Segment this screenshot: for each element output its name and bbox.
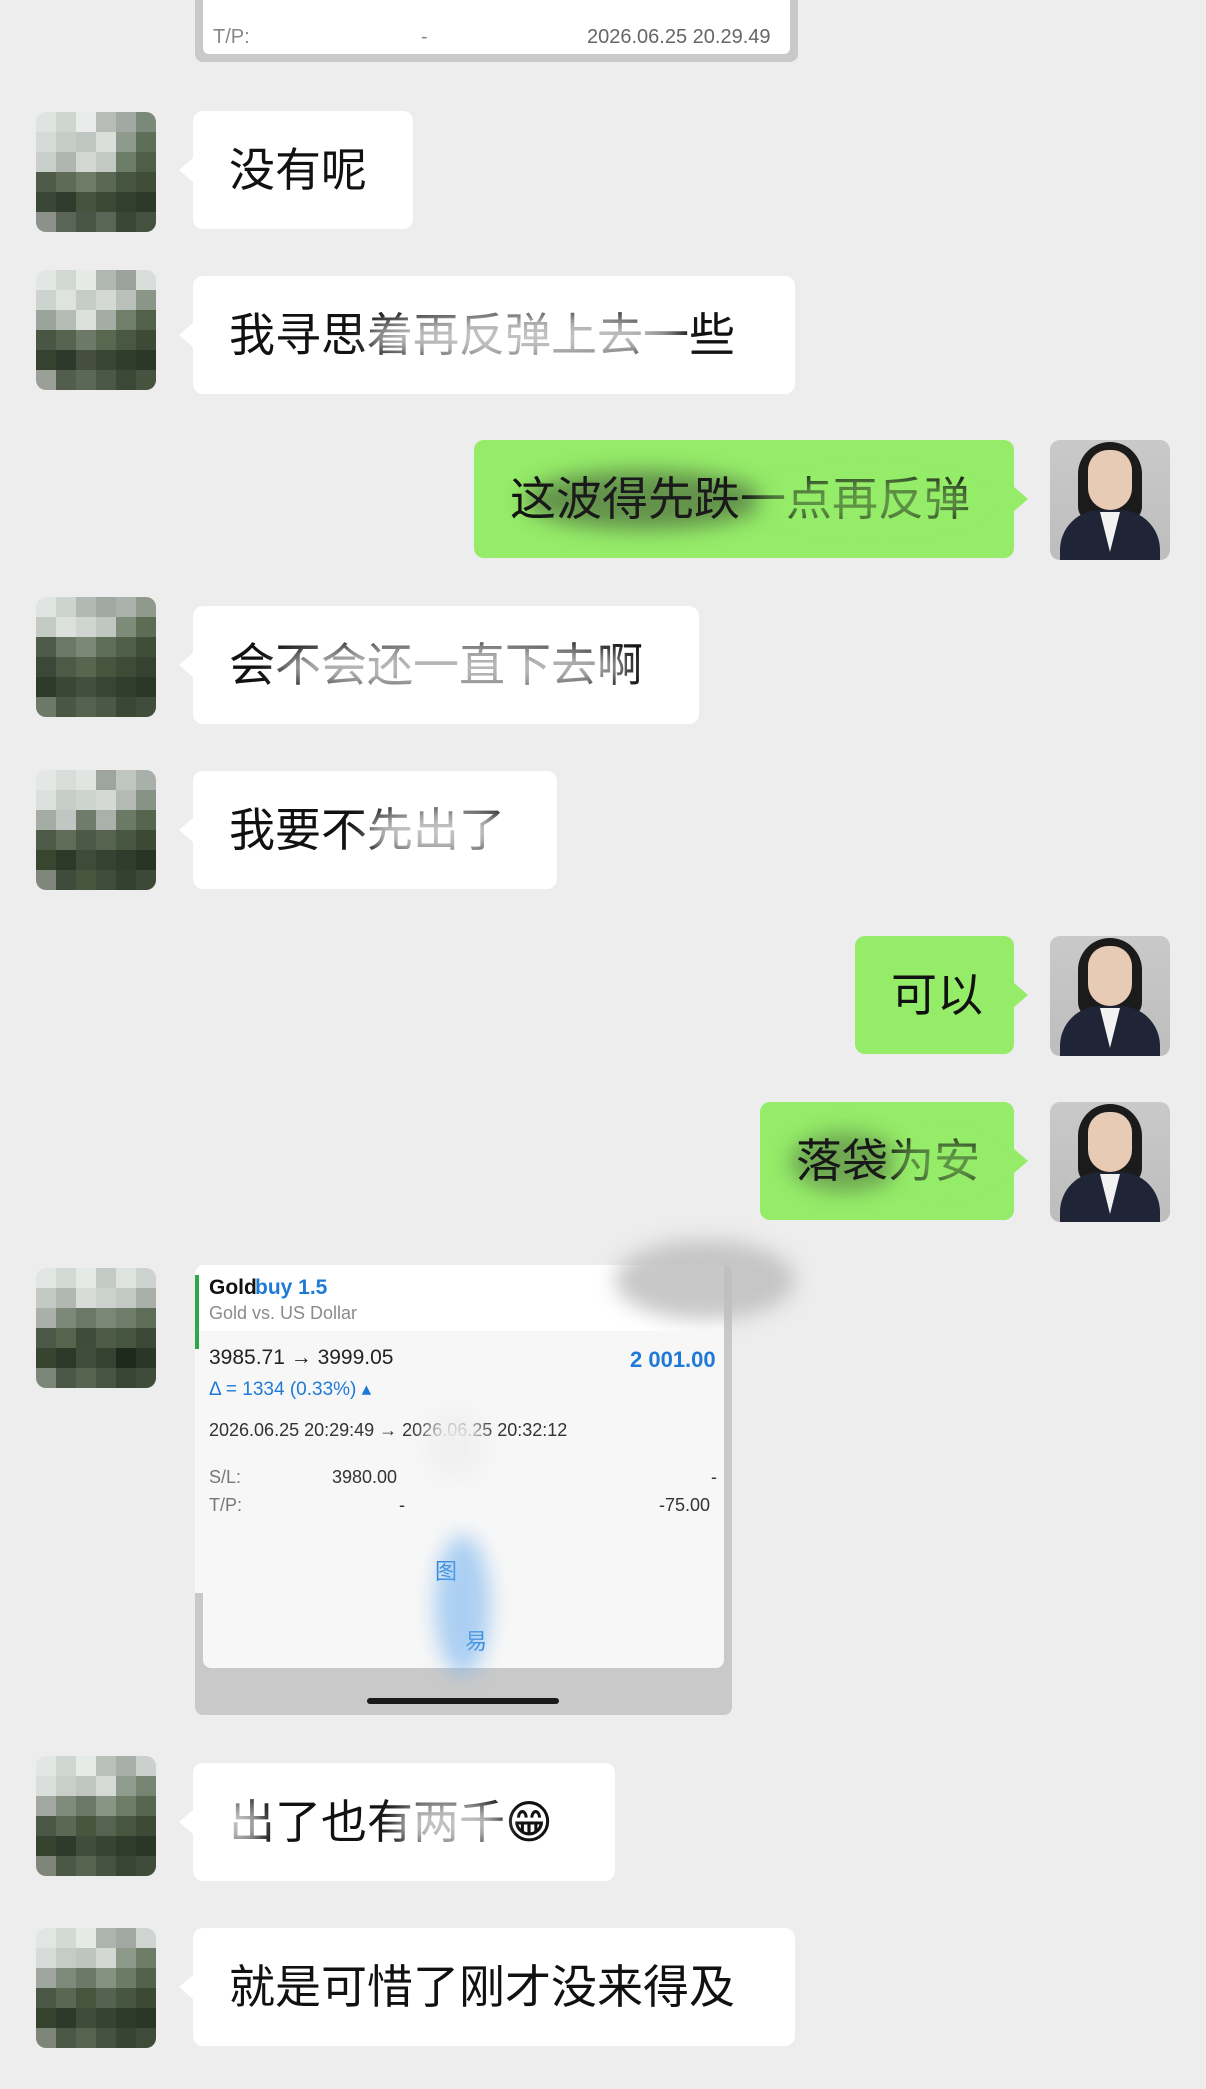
tp-label: T/P:: [209, 1495, 243, 1515]
profit-value: 2 001.00: [630, 1347, 716, 1372]
message-bubble-incoming[interactable]: 会不会还一直下去啊: [179, 606, 699, 724]
blur-redaction: [615, 1240, 795, 1320]
my-avatar[interactable]: [1050, 440, 1170, 560]
message-text: 可以: [891, 968, 983, 1022]
top-datetime: 2026.06.25 20.29.49: [587, 26, 771, 48]
swap-value: -75.00: [659, 1495, 711, 1515]
top-tp-label: T/P:: [213, 26, 250, 48]
contact-avatar[interactable]: [36, 1756, 156, 1876]
blur-redaction: [890, 1138, 1000, 1188]
contact-avatar[interactable]: [36, 270, 156, 390]
tp-value: -: [399, 1495, 405, 1515]
blur-redaction: [273, 642, 633, 692]
pixelated-avatar-image: [36, 597, 156, 717]
time-range: 2026.06.25 20:29:49 → 2026.06.25 20:32:1…: [209, 1420, 568, 1440]
top-tp-value: -: [421, 26, 428, 48]
pixelated-avatar-image: [36, 770, 156, 890]
message-text: 就是可惜了刚才没来得及: [229, 1960, 735, 2014]
top-trade-card-frame: T/P: - 2026.06.25 20.29.49: [195, 0, 798, 62]
pixelated-avatar-image: [36, 270, 156, 390]
green-accent-bar: [195, 1331, 199, 1349]
sl-label: S/L:: [209, 1467, 242, 1487]
contact-avatar[interactable]: [36, 112, 156, 232]
right-value: -: [711, 1467, 717, 1487]
trade-action: buy 1.5: [255, 1276, 328, 1299]
my-avatar[interactable]: [1050, 1102, 1170, 1222]
avatar-face: [1088, 946, 1132, 1006]
contact-avatar[interactable]: [36, 597, 156, 717]
sl-value: 3980.00: [332, 1467, 398, 1487]
blur-redaction: [435, 1535, 490, 1675]
blur-redaction: [425, 1410, 485, 1480]
trade-description: Gold vs. US Dollar: [209, 1303, 358, 1323]
blur-redaction: [393, 1799, 503, 1849]
message-bubble-incoming[interactable]: 没有呢: [179, 111, 413, 229]
blur-redaction: [363, 312, 683, 362]
delta-value: Δ = 1334 (0.33%) ▴: [209, 1379, 372, 1400]
trade-screenshot-image[interactable]: Gold buy 1.5 Gold vs. US Dollar 3985.71 …: [195, 1240, 795, 1715]
avatar-face: [1088, 1112, 1132, 1172]
message-bubble-outgoing[interactable]: 这波得先跌一点再反弹: [474, 440, 1028, 558]
my-avatar[interactable]: [1050, 936, 1170, 1056]
pixelated-avatar-image: [36, 1756, 156, 1876]
contact-avatar[interactable]: [36, 1928, 156, 2048]
trade-symbol: Gold: [209, 1276, 257, 1299]
pixelated-avatar-image: [36, 1928, 156, 2048]
blur-redaction: [790, 1132, 900, 1192]
blur-redaction: [754, 476, 984, 526]
contact-avatar[interactable]: [36, 770, 156, 890]
contact-avatar[interactable]: [36, 1268, 156, 1388]
blur-redaction: [213, 1799, 263, 1849]
message-text: 出了也有两千😁: [229, 1795, 553, 1849]
message-bubble-incoming[interactable]: 出了也有两千😁: [179, 1763, 615, 1881]
message-bubble-outgoing[interactable]: 可以: [855, 936, 1028, 1054]
top-trade-card[interactable]: T/P: - 2026.06.25 20.29.49: [203, 0, 790, 54]
message-bubble-outgoing[interactable]: 落袋为安: [760, 1102, 1028, 1220]
message-bubble-incoming[interactable]: 就是可惜了刚才没来得及: [179, 1928, 795, 2046]
avatar-face: [1088, 450, 1132, 510]
blur-redaction: [363, 807, 513, 857]
pixelated-avatar-image: [36, 112, 156, 232]
pixelated-avatar-image: [36, 1268, 156, 1388]
message-text: 没有呢: [229, 143, 367, 197]
home-indicator: [367, 1698, 559, 1704]
price-range: 3985.71 → 3999.05: [209, 1346, 394, 1369]
message-bubble-incoming[interactable]: 我寻思着再反弹上去一些: [179, 276, 795, 394]
green-accent-bar: [195, 1275, 199, 1331]
blur-redaction: [524, 470, 764, 530]
message-bubble-incoming[interactable]: 我要不先出了: [179, 771, 557, 889]
